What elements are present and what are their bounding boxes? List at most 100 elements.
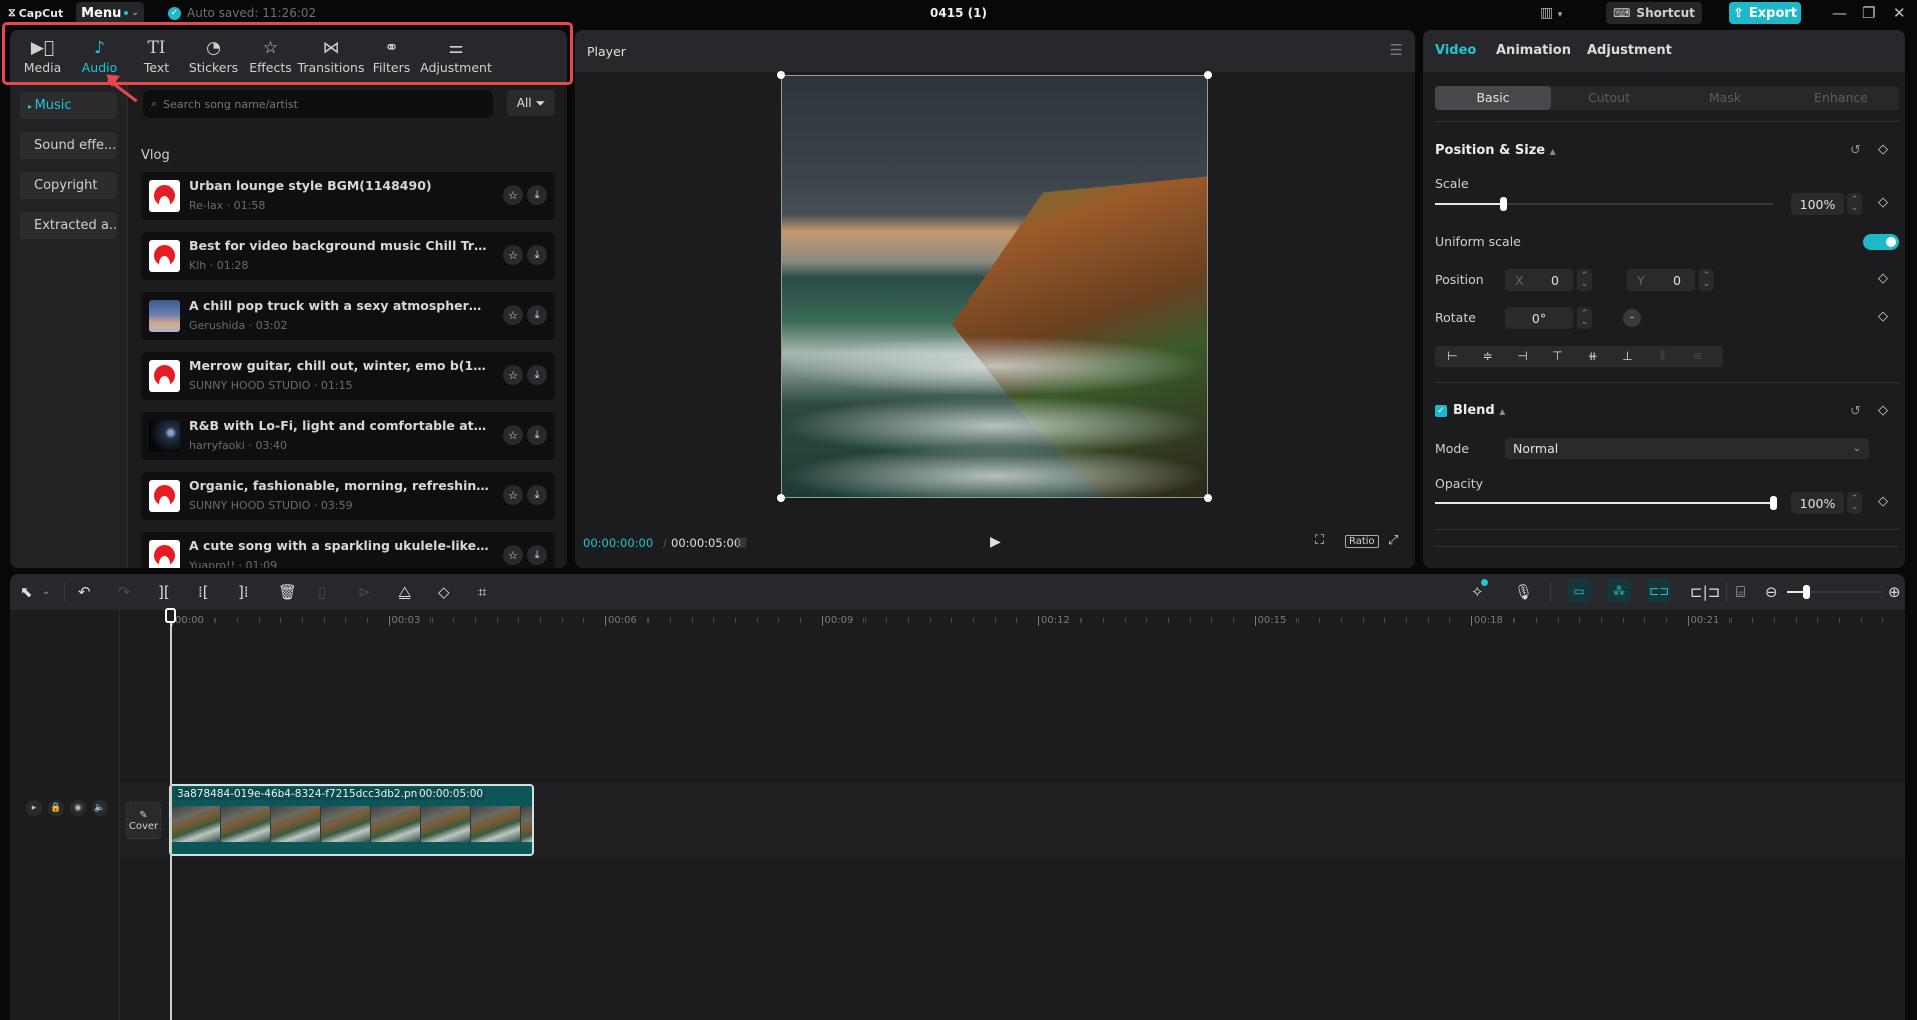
blend-mode-select[interactable]: Normal ⌄	[1505, 438, 1869, 459]
favorite-star-icon[interactable]: ☆	[503, 425, 523, 445]
ai-keyframe-icon[interactable]: ✧	[1471, 579, 1488, 601]
play-button[interactable]: ▶	[990, 534, 1001, 550]
split-right-icon[interactable]: ]⁞	[238, 583, 249, 601]
ratio-button[interactable]: Ratio	[1345, 535, 1379, 548]
speaker-icon[interactable]: 🔈	[92, 800, 108, 816]
tab-adjustment-inspector[interactable]: Adjustment	[1587, 43, 1672, 58]
song-item[interactable]: A cute song with a sparkling ukulele-lik…	[141, 532, 555, 568]
tab-stickers[interactable]: ◔ Stickers	[185, 30, 242, 82]
tab-text[interactable]: TI Text	[128, 30, 185, 82]
resize-handle[interactable]	[777, 71, 785, 79]
favorite-star-icon[interactable]: ☆	[503, 365, 523, 385]
position-x-input[interactable]: X0	[1505, 269, 1573, 291]
download-icon[interactable]: ⤓	[527, 425, 547, 445]
chevron-down-icon[interactable]: ⌄	[42, 586, 50, 597]
tab-filters[interactable]: ⚭ Filters	[363, 30, 420, 82]
keyframe-diamond-icon[interactable]: ◇	[1878, 271, 1888, 286]
keyframe-diamond-icon[interactable]: ◇	[1878, 403, 1888, 418]
crop-icon[interactable]: ⌗	[478, 583, 486, 601]
zoom-to-fit-icon[interactable]: ⌸	[1736, 583, 1745, 601]
tab-media[interactable]: ▶⃞ Media	[14, 30, 71, 82]
position-x-stepper[interactable]: ⌃ ⌄	[1577, 269, 1592, 291]
export-button[interactable]: ⇪ Export	[1729, 2, 1801, 24]
keyframe-diamond-icon[interactable]: ◇	[1878, 195, 1888, 210]
keyframe-diamond-icon[interactable]: ◇	[1878, 309, 1888, 324]
scale-value-input[interactable]: 100%	[1791, 193, 1844, 215]
position-y-input[interactable]: Y0	[1627, 269, 1695, 291]
keyframe-diamond-icon[interactable]: ◇	[1878, 142, 1888, 157]
favorite-star-icon[interactable]: ☆	[503, 305, 523, 325]
align-middle-v-icon[interactable]: ⧺	[1575, 346, 1610, 367]
main-track-magnet-toggle[interactable]: ▭	[1567, 579, 1591, 603]
tab-adjustment[interactable]: ⚌ Adjustment	[420, 30, 492, 82]
download-icon[interactable]: ⤓	[527, 185, 547, 205]
song-item[interactable]: Organic, fashionable, morning, refreshin…	[141, 472, 555, 520]
opacity-slider-thumb[interactable]	[1770, 496, 1777, 510]
zoom-slider-thumb[interactable]	[1803, 585, 1810, 599]
filter-button[interactable]: All ⏷	[507, 90, 555, 116]
song-search-input[interactable]: ⌕ Search song name/artist	[143, 90, 493, 118]
align-top-icon[interactable]: ⊤	[1540, 346, 1575, 367]
resize-handle[interactable]	[1204, 494, 1212, 502]
auto-snap-toggle[interactable]: ⁂	[1607, 579, 1631, 603]
blend-checkbox[interactable]: ✓	[1435, 405, 1447, 417]
tab-video[interactable]: Video	[1435, 43, 1476, 58]
keyframe-diamond-icon[interactable]: ◇	[1878, 494, 1888, 509]
cover-button[interactable]: ✎ Cover	[126, 802, 161, 839]
download-icon[interactable]: ⤓	[527, 305, 547, 325]
align-left-icon[interactable]: ⊢	[1435, 346, 1470, 367]
scale-stepper[interactable]: ⌃ ⌄	[1847, 193, 1862, 215]
subnav-sound-effects[interactable]: Sound effe...	[20, 132, 117, 159]
eye-icon[interactable]: ◉	[70, 800, 86, 816]
mirror-icon[interactable]: ⧋	[398, 583, 411, 601]
track-video-icon[interactable]: ▸	[26, 800, 42, 816]
scale-slider-thumb[interactable]	[1499, 197, 1507, 211]
subtab-enhance[interactable]: Enhance	[1783, 86, 1899, 110]
layout-button[interactable]: ▥ ▾	[1540, 5, 1562, 21]
fit-zoom-icon[interactable]: ⛶	[1315, 533, 1324, 548]
song-item[interactable]: Urban lounge style BGM(1148490) Re-lax · …	[141, 172, 555, 220]
tab-effects[interactable]: ☆ Effects	[242, 30, 299, 82]
download-icon[interactable]: ⤓	[527, 485, 547, 505]
preview-canvas[interactable]	[781, 75, 1208, 498]
subtab-cutout[interactable]: Cutout	[1551, 86, 1667, 110]
zoom-in-icon[interactable]: ⊕	[1888, 583, 1901, 601]
position-size-title[interactable]: Position & Size ▲	[1435, 143, 1556, 158]
video-clip[interactable]: 3a878484-019e-46b4-8324-f7215dcc3db2.png…	[169, 784, 534, 856]
shortcut-button[interactable]: ⌨ Shortcut	[1606, 2, 1702, 24]
opacity-value-input[interactable]: 100%	[1791, 492, 1844, 514]
minimize-button[interactable]: —	[1832, 4, 1847, 22]
reset-icon[interactable]: ↺	[1850, 404, 1861, 419]
download-icon[interactable]: ⤓	[527, 545, 547, 565]
playhead[interactable]	[170, 610, 172, 1020]
playhead-handle[interactable]	[165, 608, 176, 623]
subnav-extracted-audio[interactable]: Extracted a...	[20, 212, 117, 239]
download-icon[interactable]: ⤓	[527, 245, 547, 265]
maximize-button[interactable]: ❐	[1862, 4, 1875, 22]
microphone-icon[interactable]: 🎙	[1514, 583, 1533, 601]
favorite-star-icon[interactable]: ☆	[503, 545, 523, 565]
opacity-stepper[interactable]: ⌃ ⌄	[1847, 492, 1862, 514]
subtab-mask[interactable]: Mask	[1667, 86, 1783, 110]
subtab-basic[interactable]: Basic	[1435, 86, 1551, 110]
resize-handle[interactable]	[1204, 71, 1212, 79]
split-left-icon[interactable]: ⁞[	[198, 583, 209, 601]
select-cursor-icon[interactable]: ⬉	[20, 583, 33, 601]
resize-handle[interactable]	[777, 494, 785, 502]
zoom-out-icon[interactable]: ⊖	[1765, 583, 1778, 601]
preview-axis-icon[interactable]: ⊏|⊐	[1690, 583, 1720, 601]
reset-icon[interactable]: ↺	[1850, 143, 1861, 158]
grid-icon[interactable]: ▦	[735, 535, 747, 550]
fullscreen-icon[interactable]: ⤢	[1388, 533, 1398, 548]
timeline-zoom-slider[interactable]	[1787, 585, 1882, 599]
favorite-star-icon[interactable]: ☆	[503, 185, 523, 205]
download-icon[interactable]: ⤓	[527, 365, 547, 385]
rotate-clip-icon[interactable]: ◇	[438, 583, 450, 601]
song-item[interactable]: A chill pop truck with a sexy atmosphere…	[141, 292, 555, 340]
blend-title[interactable]: Blend ▲	[1453, 403, 1505, 418]
favorite-star-icon[interactable]: ☆	[503, 245, 523, 265]
align-bottom-icon[interactable]: ⊥	[1610, 346, 1645, 367]
song-item[interactable]: R&B with Lo-Fi, light and comfortable at…	[141, 412, 555, 460]
rotate-input[interactable]: 0°	[1505, 307, 1573, 329]
align-right-icon[interactable]: ⊣	[1505, 346, 1540, 367]
